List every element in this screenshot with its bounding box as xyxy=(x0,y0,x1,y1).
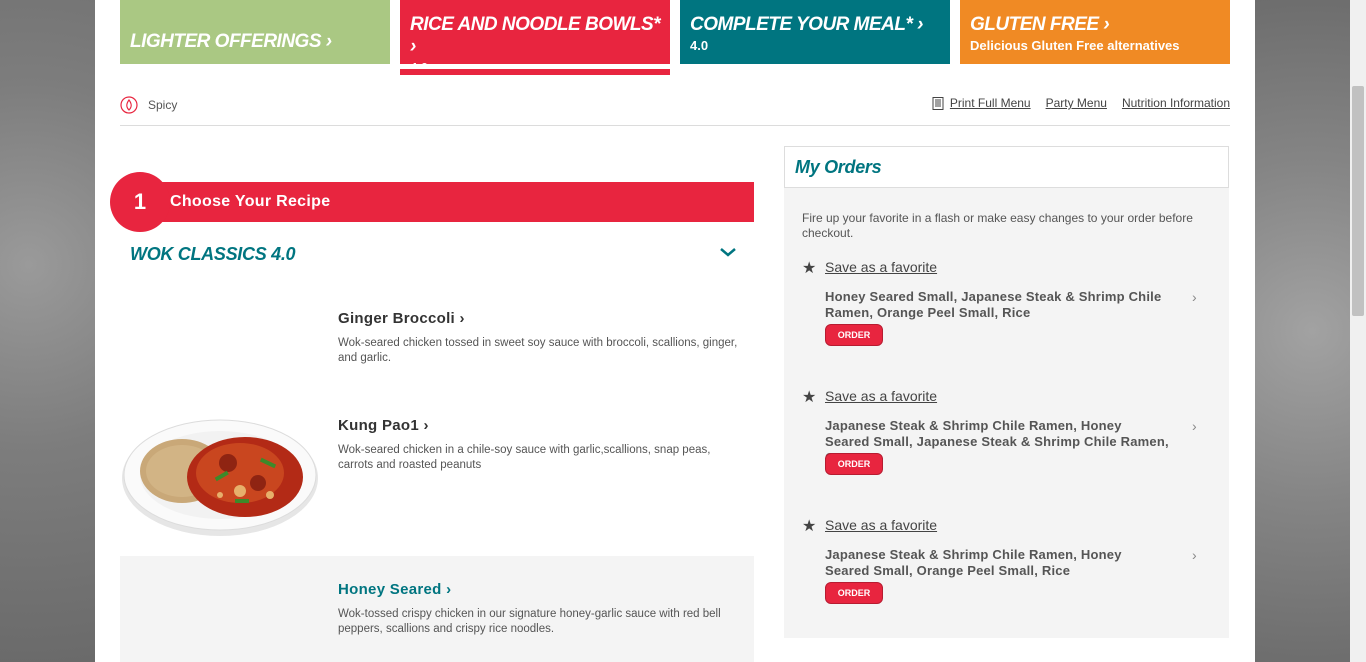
chevron-right-icon[interactable]: › xyxy=(1192,418,1197,434)
page-content: LIGHTER OFFERINGS › RICE AND NOODLE BOWL… xyxy=(95,0,1255,662)
item-name[interactable]: Ginger Broccoli › xyxy=(338,310,465,327)
menu-links: Print Full Menu Party Menu Nutrition Inf… xyxy=(932,96,1230,110)
party-menu-link[interactable]: Party Menu xyxy=(1046,96,1107,110)
save-favorite-link[interactable]: Save as a favorite xyxy=(825,517,937,533)
chevron-right-icon[interactable]: › xyxy=(1192,289,1197,305)
menu-item[interactable]: Honey Seared › Wok-tossed crispy chicken… xyxy=(120,556,754,662)
tile-title: RICE AND NOODLE BOWLS* › xyxy=(410,14,661,57)
active-tile-indicator xyxy=(400,69,670,75)
spicy-label: Spicy xyxy=(148,98,178,112)
item-description: Wok-seared chicken in a chile-soy sauce … xyxy=(338,444,711,471)
my-orders-intro: Fire up your favorite in a flash or make… xyxy=(802,211,1193,240)
print-full-menu-link[interactable]: Print Full Menu xyxy=(950,96,1031,110)
item-name[interactable]: Kung Pao1 › xyxy=(338,417,429,434)
my-orders-panel: My Orders Fire up your favorite in a fla… xyxy=(784,146,1229,638)
tile-subtitle: Delicious Gluten Free alternatives xyxy=(970,38,1180,53)
background-right xyxy=(1255,0,1350,662)
tile-title: COMPLETE YOUR MEAL* › xyxy=(690,14,924,35)
chevron-down-icon[interactable] xyxy=(719,246,737,258)
tile-gluten-free[interactable]: GLUTEN FREE › Delicious Gluten Free alte… xyxy=(960,0,1230,64)
star-icon[interactable]: ★ xyxy=(802,516,816,536)
section-title[interactable]: WOK CLASSICS 4.0 xyxy=(130,244,296,265)
order-items: Japanese Steak & Shrimp Chile Ramen, Hon… xyxy=(825,547,1122,578)
order-button[interactable]: ORDER xyxy=(825,582,883,604)
my-orders-title: My Orders xyxy=(795,157,882,177)
scrollbar-thumb[interactable] xyxy=(1352,86,1364,316)
background-left xyxy=(0,0,95,662)
star-icon[interactable]: ★ xyxy=(802,387,816,407)
tile-title: GLUTEN FREE › xyxy=(970,14,1110,35)
nutrition-information-link[interactable]: Nutrition Information xyxy=(1122,96,1230,110)
tile-title: LIGHTER OFFERINGS › xyxy=(130,31,332,52)
step-title: Choose Your Recipe xyxy=(170,193,331,210)
tile-subtitle: 4.0 xyxy=(690,38,709,53)
print-icon[interactable] xyxy=(932,96,944,110)
spicy-icon xyxy=(120,96,138,114)
item-description: Wok-tossed crispy chicken in our signatu… xyxy=(338,608,721,635)
tile-lighter-offerings[interactable]: LIGHTER OFFERINGS › xyxy=(120,0,390,64)
save-favorite-link[interactable]: Save as a favorite xyxy=(825,388,937,404)
item-name[interactable]: Honey Seared › xyxy=(338,581,451,598)
menu-item[interactable]: Kung Pao1 › Wok-seared chicken in a chil… xyxy=(120,397,754,547)
dish-image xyxy=(122,419,318,536)
tile-complete-your-meal[interactable]: COMPLETE YOUR MEAL* › 4.0 xyxy=(680,0,950,64)
item-description: Wok-seared chicken tossed in sweet soy s… xyxy=(338,337,738,364)
star-icon[interactable]: ★ xyxy=(802,258,816,278)
spicy-legend: Spicy xyxy=(120,95,177,115)
tile-rice-noodle-bowls[interactable]: RICE AND NOODLE BOWLS* › 4.0 xyxy=(400,0,670,75)
order-button[interactable]: ORDER xyxy=(825,453,883,475)
chevron-right-icon[interactable]: › xyxy=(1192,547,1197,563)
order-button[interactable]: ORDER xyxy=(825,324,883,346)
step-number: 1 xyxy=(110,172,170,232)
divider xyxy=(120,125,1230,126)
order-items: Honey Seared Small, Japanese Steak & Shr… xyxy=(825,289,1162,320)
menu-item[interactable]: Ginger Broccoli › Wok-seared chicken tos… xyxy=(120,290,754,395)
my-orders-header: My Orders xyxy=(784,146,1229,188)
save-favorite-link[interactable]: Save as a favorite xyxy=(825,259,937,275)
